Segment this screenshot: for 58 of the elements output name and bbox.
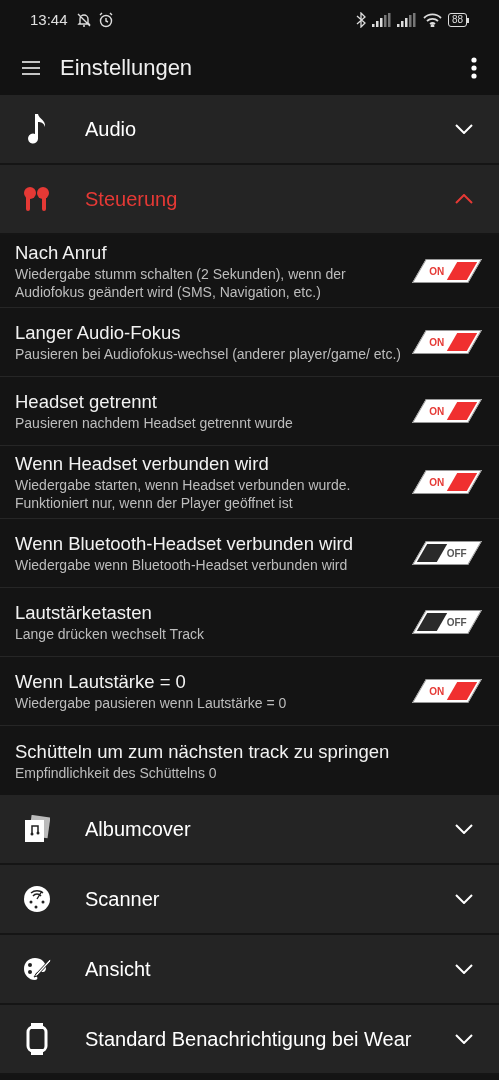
category-label: Standard Benachrichtigung bei Wear <box>85 1027 413 1052</box>
setting-title: Langer Audio-Fokus <box>15 321 182 345</box>
toggle-switch[interactable]: ON <box>412 399 482 423</box>
setting-description: Pausieren bei Audiofokus-wechsel (anderer player/game/ etc.) <box>15 345 402 363</box>
category-label: Audio <box>85 117 138 142</box>
toggle-switch[interactable]: OFF <box>412 541 482 565</box>
more-options-icon[interactable] <box>471 56 477 79</box>
palette-brush-icon <box>23 956 51 982</box>
category-header[interactable]: Audio <box>0 95 499 165</box>
app-title: Einstellungen <box>60 54 193 82</box>
bell-off-icon <box>75 12 92 28</box>
signal-icon <box>396 13 416 27</box>
setting-title: Nach Anruf <box>15 241 108 265</box>
category-header[interactable]: Steuerung <box>0 165 499 235</box>
scanner-disc-icon <box>23 885 51 913</box>
bluetooth-icon <box>355 12 366 28</box>
status-time: 13:44 <box>30 9 68 30</box>
category-header[interactable]: Standard Benachrichtigung bei Wear <box>0 1005 499 1075</box>
music-note-icon <box>26 113 48 145</box>
album-cover-icon <box>24 815 50 843</box>
smartwatch-icon <box>26 1023 48 1055</box>
category-label: Ansicht <box>85 957 152 982</box>
category-header[interactable]: Ansicht <box>0 935 499 1005</box>
chevron-down-icon <box>455 894 473 904</box>
wifi-icon <box>422 13 442 27</box>
setting-description: Wiedergabe stumm schalten (2 Sekunden), wenn der Audiofokus geändert wird (SMS, Navigation, etc.) <box>15 265 347 301</box>
chevron-down-icon <box>455 124 473 134</box>
signal-icon <box>371 13 391 27</box>
setting-title: Schütteln um zum nächsten track zu springen <box>15 739 391 764</box>
setting-title: Lautstärketasten <box>15 601 153 625</box>
chevron-down-icon <box>455 1034 473 1044</box>
toggle-switch[interactable]: ON <box>412 259 482 283</box>
setting-description: Wiedergabe pausieren wenn Lautstärke = 0 <box>15 694 288 712</box>
toggle-switch[interactable]: ON <box>412 679 482 703</box>
setting-description: Lange drücken wechselt Track <box>15 625 206 643</box>
chevron-down-icon <box>455 964 473 974</box>
setting-description: Wiedergabe wenn Bluetooth-Headset verbunden wird <box>15 556 349 574</box>
category-label: Scanner <box>85 887 161 912</box>
category-label: Steuerung <box>85 187 179 212</box>
toggle-switch[interactable]: ON <box>412 330 482 354</box>
setting-description: Pausieren nachdem Headset getrennt wurde <box>15 414 294 432</box>
category-header[interactable]: Albumcover <box>0 795 499 865</box>
alarm-icon <box>97 12 114 28</box>
setting-title: Wenn Lautstärke = 0 <box>15 670 187 694</box>
chevron-up-icon <box>455 194 473 204</box>
toggle-switch[interactable]: ON <box>412 470 482 494</box>
setting-description: Wiedergabe starten, wenn Headset verbunden wurde. Funktioniert nur, wenn der Player geöffnet ist <box>15 476 352 512</box>
setting-description: Empfindlichkeit des Schüttelns 0 <box>15 763 218 782</box>
battery-icon: 88 <box>447 13 469 27</box>
setting-title: Wenn Bluetooth-Headset verbunden wird <box>15 532 354 556</box>
earbuds-icon <box>23 186 51 212</box>
setting-title: Headset getrennt <box>15 390 158 414</box>
setting-title: Wenn Headset verbunden wird <box>15 452 270 476</box>
chevron-down-icon <box>455 824 473 834</box>
menu-icon[interactable] <box>22 60 40 75</box>
toggle-switch[interactable]: OFF <box>412 610 482 634</box>
category-label: Albumcover <box>85 817 192 842</box>
category-header[interactable]: Scanner <box>0 865 499 935</box>
